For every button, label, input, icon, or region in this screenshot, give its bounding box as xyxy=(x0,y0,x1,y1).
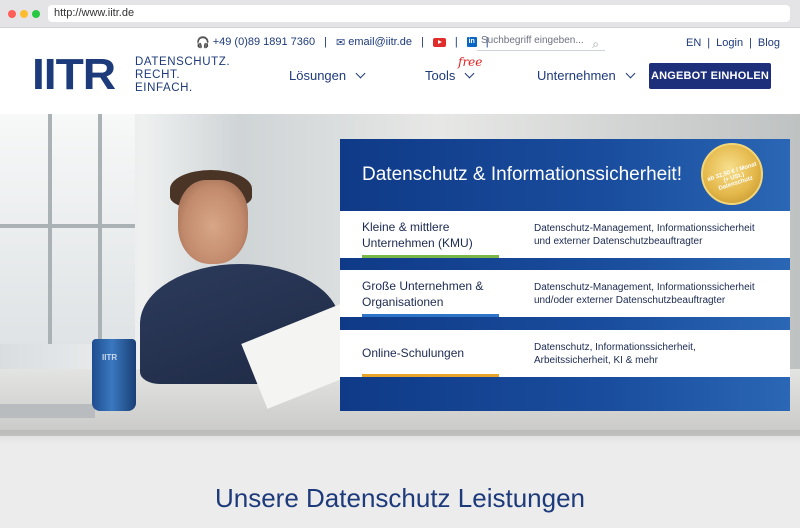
youtube-icon[interactable] xyxy=(432,37,446,47)
logo[interactable]: IITR xyxy=(32,53,116,97)
chevron-down-icon xyxy=(464,68,475,79)
hero-photo-window xyxy=(0,114,135,344)
card-title-line: Große Unternehmen & xyxy=(362,279,484,293)
mail-icon: ✉ xyxy=(336,36,346,49)
solution-card-kmu[interactable]: Kleine & mittlere Unternehmen (KMU) Date… xyxy=(340,211,790,258)
tagline-line: EINFACH. xyxy=(135,82,193,94)
utility-links: EN | Login | Blog xyxy=(686,37,780,49)
logo-tagline: DATENSCHUTZ. RECHT. EINFACH. xyxy=(135,56,230,95)
section-title: Unsere Datenschutz Leistungen xyxy=(214,483,585,513)
card-description: Datenschutz-Management, Informationssich… xyxy=(534,281,755,307)
request-quote-button[interactable]: ANGEBOT EINHOLEN xyxy=(649,63,771,89)
nav-label: Lösungen xyxy=(289,68,347,83)
nav-label: Unternehmen xyxy=(537,68,616,83)
browser-chrome: http://www.iitr.de xyxy=(0,0,800,28)
hero-photo-mug: IITR xyxy=(92,339,136,411)
divider: | xyxy=(324,36,328,48)
search-input[interactable]: Suchbegriff eingeben... ⌕ xyxy=(477,31,605,51)
price-seal: ab 32,50 € / Monat (+ USt.) Datenschutz xyxy=(701,143,763,205)
card-description: Datenschutz-Management, Informationssich… xyxy=(534,222,755,248)
phone-link[interactable]: +49 (0)89 1891 7360 xyxy=(213,36,315,48)
card-title: Online-Schulungen xyxy=(362,345,464,361)
card-description: Datenschutz, Informationssicherheit, Arb… xyxy=(534,341,696,367)
hero-photo-head xyxy=(178,180,248,264)
hero-banner: IITR Datenschutz & Informationssicherhei… xyxy=(0,114,800,436)
card-desc-line: Datenschutz, Informationssicherheit, xyxy=(534,342,696,353)
minimize-window-button[interactable] xyxy=(20,10,28,18)
card-title-line: Organisationen xyxy=(362,295,444,309)
free-badge: free xyxy=(458,55,483,69)
close-window-button[interactable] xyxy=(8,10,16,18)
divider: | xyxy=(707,37,711,49)
tagline-line: RECHT. xyxy=(135,69,181,81)
site-header: IITR DATENSCHUTZ. RECHT. EINFACH. 🎧 +49 … xyxy=(0,28,800,114)
card-title: Große Unternehmen & Organisationen xyxy=(362,278,483,310)
card-title-line: Kleine & mittlere xyxy=(362,220,450,234)
nav-item-loesungen[interactable]: Lösungen xyxy=(289,68,366,83)
chevron-down-icon xyxy=(625,68,636,79)
card-accent-bar xyxy=(362,374,499,377)
card-accent-bar xyxy=(362,255,499,258)
linkedin-icon[interactable]: in xyxy=(466,37,477,47)
nav-item-unternehmen[interactable]: Unternehmen xyxy=(537,68,636,83)
email-link[interactable]: email@iitr.de xyxy=(348,36,412,48)
tagline-line: DATENSCHUTZ. xyxy=(135,56,231,68)
language-switch-en[interactable]: EN xyxy=(686,37,701,49)
address-bar[interactable]: http://www.iitr.de xyxy=(48,5,790,22)
contact-bar: 🎧 +49 (0)89 1891 7360 | ✉ email@iitr.de … xyxy=(196,35,498,49)
hero-title: Datenschutz & Informationssicherheit! xyxy=(362,164,682,185)
solution-card-large-companies[interactable]: Große Unternehmen & Organisationen Daten… xyxy=(340,270,790,317)
search-icon[interactable]: ⌕ xyxy=(592,34,599,54)
chevron-down-icon xyxy=(355,68,366,79)
card-desc-line: und externer Datenschutzbeauftragter xyxy=(534,236,703,247)
card-desc-line: Datenschutz-Management, Informationssich… xyxy=(534,223,755,234)
card-desc-line: Arbeitssicherheit, KI & mehr xyxy=(534,355,658,366)
nav-item-tools[interactable]: Tools xyxy=(425,68,475,83)
card-desc-line: und/oder externer Datenschutzbeauftragte… xyxy=(534,295,726,306)
divider: | xyxy=(454,36,458,48)
nav-label: Tools xyxy=(425,68,456,83)
headset-icon: 🎧 xyxy=(196,36,210,49)
mug-logo: IITR xyxy=(102,353,118,362)
card-title: Kleine & mittlere Unternehmen (KMU) xyxy=(362,219,473,251)
card-title-line: Online-Schulungen xyxy=(362,346,465,360)
divider: | xyxy=(420,36,424,48)
card-accent-bar xyxy=(362,314,499,317)
price-seal-text: ab 32,50 € / Monat (+ USt.) Datenschutz xyxy=(706,161,758,193)
solution-card-online-training[interactable]: Online-Schulungen Datenschutz, Informati… xyxy=(340,330,790,377)
card-desc-line: Datenschutz-Management, Informationssich… xyxy=(534,282,755,293)
divider: | xyxy=(749,37,752,49)
hero-panel: Datenschutz & Informationssicherheit! ab… xyxy=(340,139,790,411)
card-title-line: Unternehmen (KMU) xyxy=(362,236,473,250)
hero-photo-laptop xyxy=(0,404,95,418)
maximize-window-button[interactable] xyxy=(32,10,40,18)
blog-link[interactable]: Blog xyxy=(758,37,780,49)
hero-shadow xyxy=(0,430,800,444)
login-link[interactable]: Login xyxy=(716,37,743,49)
